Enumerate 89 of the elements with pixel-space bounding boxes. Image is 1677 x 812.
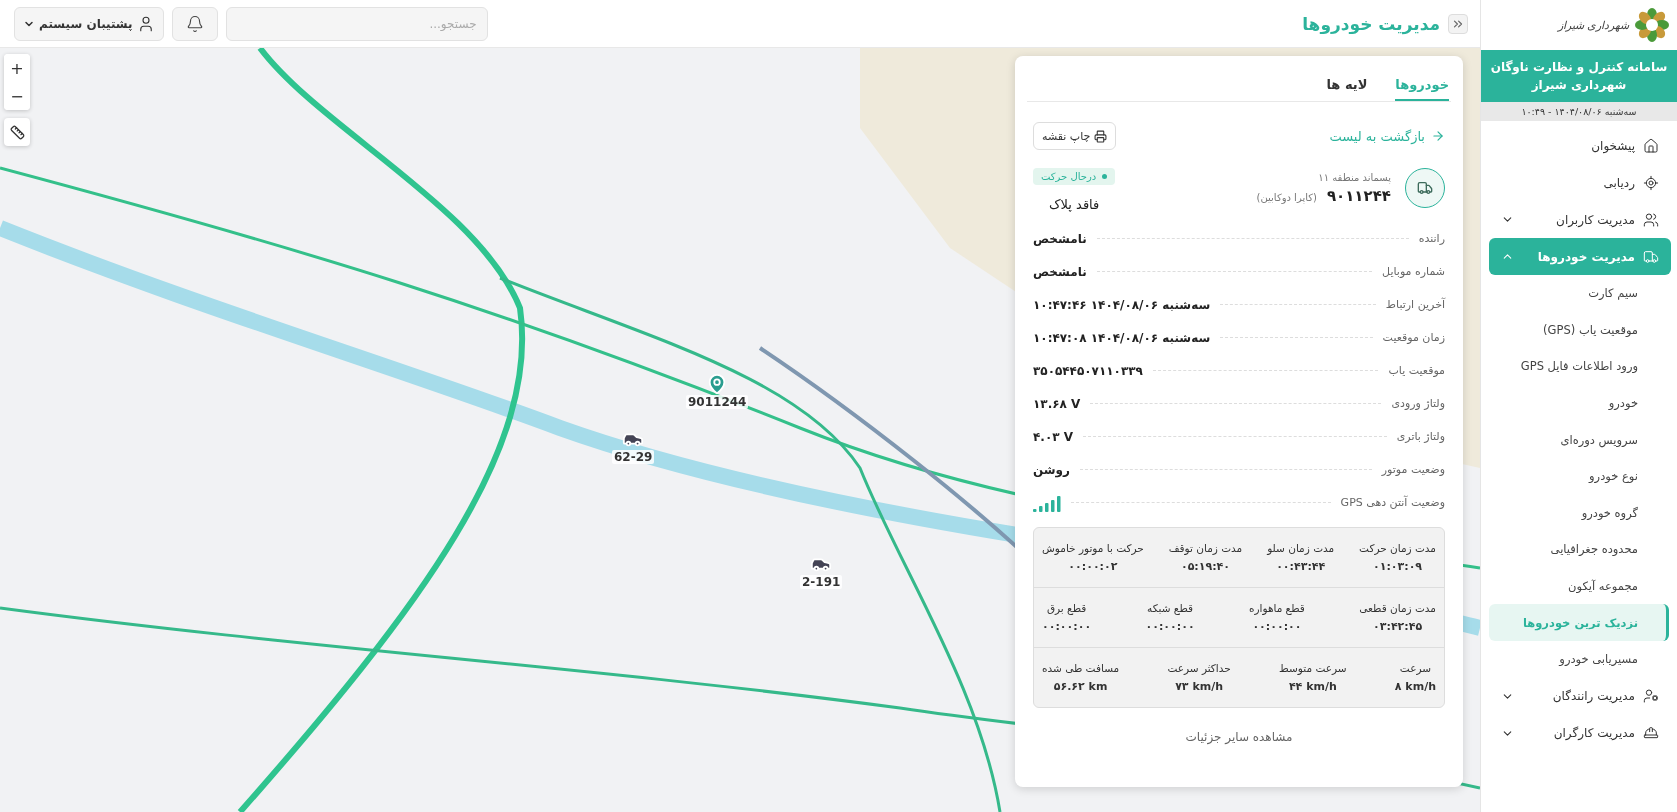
stat-value: ۵۶.۶۲ km: [1053, 680, 1108, 693]
submenu-item[interactable]: ورود اطلاعات فایل GPS: [1489, 348, 1669, 385]
users-icon: [1643, 211, 1659, 228]
plate-text: فاقد پلاک: [1048, 197, 1100, 212]
stat-value: ۰۰:۴۳:۴۴: [1276, 560, 1326, 573]
vehicle-label: 9011244: [686, 395, 749, 409]
brand-name: شهرداری شیراز: [1557, 18, 1629, 32]
flower-emblem-icon: [1635, 8, 1669, 42]
stat-label: سرعت: [1399, 662, 1431, 674]
stat-value: ۸ km/h: [1394, 680, 1436, 693]
submenu-item[interactable]: مجموعه آیکون: [1489, 567, 1669, 605]
stat-label: مدت زمان توقف: [1168, 542, 1243, 554]
menu-item[interactable]: مدیریت کارگران: [1489, 714, 1671, 752]
submenu-item[interactable]: گروه خودرو: [1489, 494, 1669, 532]
stat-label: مدت زمان حرکت: [1359, 542, 1436, 554]
stat-value: ۷۳ km/h: [1175, 680, 1224, 693]
detail-label: راننده: [1418, 232, 1445, 245]
menu-item[interactable]: پیشخوان: [1489, 127, 1671, 164]
stat-value: ۰۰:۰۰:۰۲: [1068, 560, 1118, 573]
stat-label: قطع برق: [1046, 602, 1087, 614]
vehicle-model: (کاپرا دوکابین): [1256, 191, 1317, 203]
detail-value: نامشخص: [1033, 264, 1087, 279]
stat-label: مدت زمان سلو: [1267, 542, 1335, 554]
collapse-button[interactable]: [1448, 13, 1468, 34]
submenu-item[interactable]: نوع خودرو: [1489, 457, 1669, 495]
ruler-button[interactable]: [4, 118, 30, 146]
page-title: مدیریت خودروها: [1302, 13, 1440, 34]
detail-label: آخرین ارتباط: [1385, 298, 1445, 311]
submenu-item[interactable]: مسیریابی خودرو: [1489, 640, 1669, 678]
detail-label: ولتاژ باتری: [1396, 430, 1445, 443]
bell-icon: [185, 14, 204, 33]
detail-label: زمان موقعیت: [1382, 331, 1445, 344]
truck-icon: [1417, 180, 1433, 196]
stat-label: قطع ماهواره: [1249, 602, 1305, 614]
system-title: سامانه کنترل و نظارت ناوگان شهرداری شیراز: [1481, 50, 1677, 102]
menu-item[interactable]: مدیریت کاربران: [1489, 201, 1671, 238]
detail-label: ولتاژ ورودی: [1391, 397, 1445, 410]
stat-label: قطع شبکه: [1147, 602, 1194, 614]
submenu-item[interactable]: موقعیت یاب (GPS): [1489, 311, 1669, 349]
detail-label: وضعیت موتور: [1381, 463, 1445, 476]
date-time: سه‌شنبه ۱۴۰۴/۰۸/۰۶ - ۱۰:۴۹: [1481, 102, 1677, 121]
stat-value: ۰۳:۴۲:۴۵: [1373, 620, 1423, 633]
detail-value: ۴.۰۳ V: [1033, 429, 1073, 444]
zoom-out-button[interactable]: −: [4, 82, 30, 110]
stat-value: ۰۰:۰۰:۰۰: [1252, 620, 1302, 633]
detail-value: ۱۳.۶۸ V: [1033, 396, 1081, 411]
submenu-item[interactable]: محدوده جغرافیایی: [1489, 531, 1669, 568]
vehicle-label: 62-29: [612, 450, 655, 464]
vehicle-code: ۹۰۱۱۲۴۴: [1326, 186, 1391, 205]
user-menu-button[interactable]: پشتیبان سیستم: [14, 6, 164, 41]
detail-label: شماره موبایل: [1382, 265, 1445, 278]
target-icon: [1643, 174, 1659, 191]
truck-icon: [1643, 248, 1659, 265]
stat-value: ۴۴ km/h: [1288, 680, 1337, 693]
stat-value: ۰۵:۱۹:۴۰: [1180, 560, 1231, 573]
stat-label: سرعت متوسط: [1279, 662, 1347, 674]
stat-label: حرکت با موتور خاموش: [1042, 542, 1144, 554]
search-field[interactable]: جستجو...: [225, 6, 488, 41]
stat-value: ۰۱:۰۳:۰۹: [1373, 560, 1423, 573]
stat-label: حداکثر سرعت: [1167, 662, 1231, 674]
detail-label: وضعیت آنتن دهی GPS: [1340, 496, 1445, 509]
detail-value: سه‌شنبه ۱۴۰۴/۰۸/۰۶ ۱۰:۴۷:۰۸: [1033, 330, 1211, 345]
submenu-item[interactable]: سرویس دوره‌ای: [1489, 421, 1669, 458]
detail-value: سه‌شنبه ۱۴۰۴/۰۸/۰۶ ۱۰:۴۷:۴۶: [1033, 297, 1211, 312]
notification-button[interactable]: [171, 6, 218, 41]
stat-label: مسافت طی شده: [1042, 662, 1120, 674]
stat-value: ۰۰:۰۰:۰۰: [1042, 620, 1092, 633]
detail-value: ۳۵۰۵۴۴۵۰۷۱۱۰۳۳۹: [1033, 363, 1143, 378]
ruler-icon: [9, 124, 25, 140]
vehicle-group: پسماند منطقه ۱۱: [1256, 171, 1391, 183]
panel-tab[interactable]: لایه ها: [1326, 56, 1368, 101]
stat-label: مدت زمان قطعی: [1359, 602, 1436, 614]
detail-value: نامشخص: [1033, 231, 1087, 246]
menu-item[interactable]: ردیابی: [1489, 164, 1671, 201]
status-badge: درحال حرکت: [1033, 168, 1116, 185]
submenu-item[interactable]: سیم کارت: [1489, 275, 1669, 312]
vehicle-label: 2-191: [800, 575, 843, 589]
submenu-item[interactable]: خودرو: [1489, 384, 1669, 422]
detail-value: روشن: [1033, 462, 1070, 477]
zoom-in-button[interactable]: +: [4, 54, 30, 82]
home-icon: [1643, 137, 1659, 154]
menu-item[interactable]: مدیریت رانندگان: [1489, 677, 1671, 715]
printer-icon: [1094, 129, 1108, 143]
more-details-link[interactable]: مشاهده سایر جزئیات: [1185, 730, 1293, 744]
print-button[interactable]: چاپ نقشه: [1033, 122, 1117, 150]
detail-label: موقعیت یاب: [1388, 364, 1445, 377]
user-gear-icon: [1643, 688, 1659, 705]
stat-value: ۰۰:۰۰:۰۰: [1145, 620, 1195, 633]
signal-bars-icon: [1033, 493, 1061, 512]
